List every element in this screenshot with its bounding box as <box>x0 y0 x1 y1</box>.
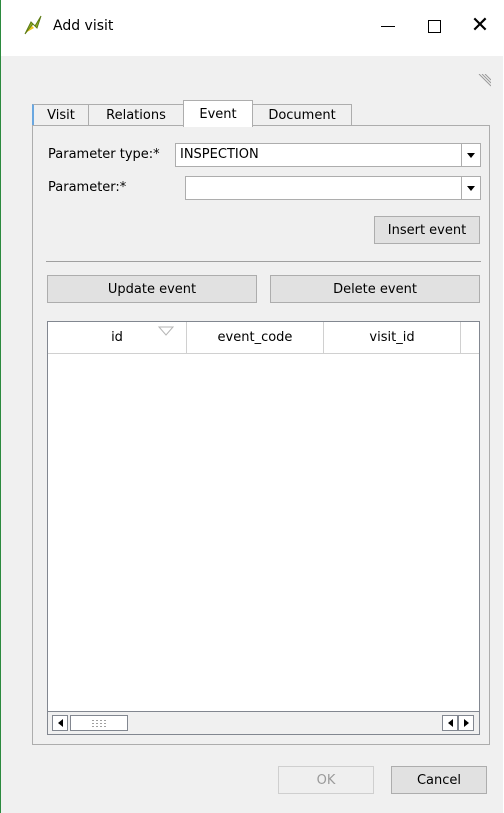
arrow-left-icon <box>57 719 63 727</box>
column-header-visit-id[interactable]: visit_id <box>324 322 461 354</box>
column-event-code-label: event_code <box>217 330 293 345</box>
tab-relations-label: Relations <box>106 108 166 123</box>
close-icon: ✕ <box>470 13 490 38</box>
column-id-label: id <box>111 330 123 345</box>
cancel-label: Cancel <box>416 772 462 788</box>
tab-visit-label: Visit <box>47 108 75 123</box>
minimize-icon <box>381 25 395 27</box>
events-table[interactable]: id event_code visit_id <box>47 321 480 735</box>
column-header-extra[interactable] <box>461 322 479 354</box>
scrollbar-thumb[interactable] <box>70 715 128 731</box>
resize-grip-icon <box>478 74 491 87</box>
parameter-type-combobox[interactable]: INSPECTION <box>175 143 481 167</box>
update-event-label: Update event <box>107 281 197 297</box>
parameter-type-label: Parameter type:* <box>48 147 160 162</box>
title-bar: Add visit ✕ <box>1 0 504 56</box>
insert-event-button[interactable]: Insert event <box>374 216 480 244</box>
parameter-combobox[interactable] <box>185 176 481 200</box>
chevron-down-icon <box>467 152 475 158</box>
close-button[interactable]: ✕ <box>457 6 503 46</box>
column-header-event-code[interactable]: event_code <box>187 322 324 354</box>
insert-event-label: Insert event <box>387 222 467 238</box>
scroll-left-button-2[interactable] <box>442 715 458 731</box>
update-event-button[interactable]: Update event <box>47 275 257 303</box>
tab-document[interactable]: Document <box>252 104 352 126</box>
parameter-dropdown-button[interactable] <box>461 177 480 199</box>
horizontal-scrollbar[interactable] <box>47 711 480 735</box>
ok-label: OK <box>316 772 336 788</box>
sort-indicator-icon <box>158 326 174 336</box>
tab-document-label: Document <box>268 108 336 123</box>
parameter-label: Parameter:* <box>48 180 127 195</box>
tab-visit[interactable]: Visit <box>32 104 89 126</box>
add-visit-dialog: Add visit ✕ Visit Relations Event Docume… <box>0 0 504 813</box>
arrow-right-icon <box>463 719 469 727</box>
grip-dots-icon <box>91 719 107 727</box>
column-visit-id-label: visit_id <box>369 330 415 345</box>
maximize-button[interactable] <box>411 6 457 46</box>
maximize-icon <box>427 19 441 33</box>
parameter-type-dropdown-button[interactable] <box>461 144 480 166</box>
scroll-left-button[interactable] <box>52 715 68 731</box>
table-header: id event_code visit_id <box>48 322 479 354</box>
tab-relations[interactable]: Relations <box>88 104 184 126</box>
arrow-left-icon <box>447 719 453 727</box>
tab-event[interactable]: Event <box>183 100 253 127</box>
delete-event-label: Delete event <box>333 281 417 297</box>
window-title: Add visit <box>53 18 114 34</box>
column-header-id[interactable]: id <box>48 322 187 354</box>
parameter-type-value: INSPECTION <box>180 147 259 162</box>
scroll-right-button[interactable] <box>458 715 474 731</box>
separator-line <box>46 261 481 262</box>
chevron-down-icon <box>467 185 475 191</box>
cancel-button[interactable]: Cancel <box>391 766 487 794</box>
ok-button[interactable]: OK <box>278 766 374 794</box>
minimize-button[interactable] <box>365 6 411 46</box>
qgis-logo-icon <box>24 15 42 35</box>
tab-event-label: Event <box>199 106 237 122</box>
delete-event-button[interactable]: Delete event <box>270 275 480 303</box>
